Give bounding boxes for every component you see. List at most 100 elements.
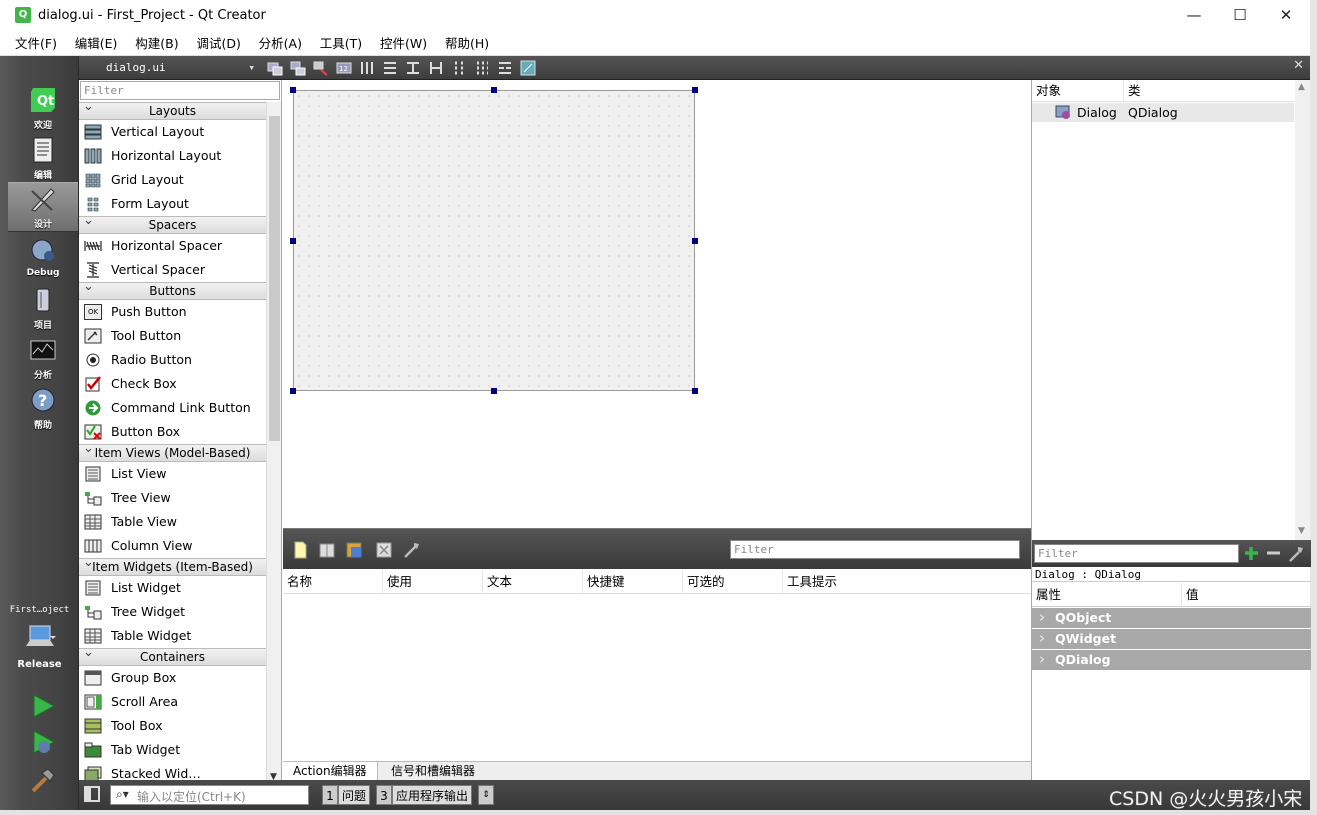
category-spacers[interactable]: Spacers [79, 213, 266, 234]
widget-form-layout[interactable]: Form Layout [79, 192, 266, 216]
run-button[interactable] [30, 693, 56, 719]
menu-widgets[interactable]: 控件(W) [373, 31, 434, 56]
widget-check-box[interactable]: Check Box [79, 372, 266, 396]
menu-help[interactable]: 帮助(H) [438, 31, 496, 56]
category-item-widgets[interactable]: Item Widgets (Item-Based) [79, 555, 266, 576]
issues-pane-button[interactable]: 1 问题 [322, 785, 371, 805]
action-filter-input[interactable]: Filter [730, 540, 1020, 559]
resize-handle-bottom-right[interactable] [692, 388, 698, 394]
widget-list-view[interactable]: List View [79, 462, 266, 486]
widget-column-view[interactable]: Column View [79, 534, 266, 558]
col-checkable[interactable]: 可选的 [683, 570, 783, 594]
adjust-size-icon[interactable] [520, 60, 536, 76]
scroll-up-icon[interactable]: ▲ [1298, 82, 1305, 92]
resize-handle-top-left[interactable] [290, 87, 296, 93]
edit-signals-slots-icon[interactable] [290, 60, 306, 76]
widget-horizontal-spacer[interactable]: Horizontal Spacer [79, 234, 266, 258]
col-property[interactable]: 属性 [1032, 583, 1182, 607]
widget-grid-layout[interactable]: Grid Layout [79, 168, 266, 192]
widget-command-link-button[interactable]: Command Link Button [79, 396, 266, 420]
delete-action-icon[interactable] [375, 541, 393, 559]
resize-handle-top[interactable] [491, 87, 497, 93]
edit-tab-order-icon[interactable]: 12 [336, 60, 352, 76]
widget-tab-widget[interactable]: Tab Widget [79, 738, 266, 762]
copy-action-icon[interactable] [318, 541, 336, 559]
object-row-dialog[interactable]: Dialog QDialog [1032, 103, 1294, 122]
resize-handle-bottom[interactable] [491, 388, 497, 394]
mode-projects[interactable]: 项目 [8, 284, 78, 334]
kit-selector-button[interactable] [24, 622, 58, 652]
tab-signal-slot-editor[interactable]: 信号和槽编辑器 [381, 762, 485, 782]
col-name[interactable]: 名称 [283, 570, 383, 594]
widget-box-scrollbar[interactable]: ▼ [266, 102, 281, 780]
maximize-button[interactable]: ☐ [1217, 0, 1263, 31]
widget-vertical-layout[interactable]: Vertical Layout [79, 120, 266, 144]
menu-tools[interactable]: 工具(T) [313, 31, 369, 56]
widget-stacked-widget[interactable]: Stacked Wid… [79, 762, 266, 780]
property-group-qdialog[interactable]: QDialog [1032, 649, 1311, 670]
application-output-pane-button[interactable]: 3 应用程序输出 [376, 785, 473, 805]
category-layouts[interactable]: Layouts [79, 99, 266, 120]
resize-handle-top-right[interactable] [692, 87, 698, 93]
mode-welcome[interactable]: Qt 欢迎 [8, 84, 78, 134]
break-layout-icon[interactable] [497, 60, 513, 76]
widget-filter-input[interactable]: Filter [80, 81, 280, 100]
widget-button-box[interactable]: Button Box [79, 420, 266, 444]
mode-design[interactable]: 设计 [8, 182, 78, 232]
widget-tree-view[interactable]: Tree View [79, 486, 266, 510]
paste-action-icon[interactable] [345, 541, 363, 559]
new-action-icon[interactable] [291, 541, 309, 559]
menu-debug[interactable]: 调试(D) [189, 31, 247, 56]
scroll-down-icon[interactable]: ▼ [270, 772, 277, 780]
mode-help[interactable]: ? 帮助 [8, 384, 78, 434]
property-group-qobject[interactable]: QObject [1032, 607, 1311, 628]
dialog-form[interactable] [293, 90, 695, 391]
col-shortcut[interactable]: 快捷键 [583, 570, 683, 594]
widget-table-widget[interactable]: Table Widget [79, 624, 266, 648]
category-item-views[interactable]: Item Views (Model-Based) [79, 441, 266, 462]
mode-analyze[interactable]: 分析 [8, 334, 78, 384]
widget-horizontal-layout[interactable]: Horizontal Layout [79, 144, 266, 168]
widget-tree-widget[interactable]: Tree Widget [79, 600, 266, 624]
widget-radio-button[interactable]: Radio Button [79, 348, 266, 372]
configure-property-icon[interactable] [1288, 545, 1305, 562]
menu-analyze[interactable]: 分析(A) [252, 31, 309, 56]
build-button[interactable] [30, 766, 56, 794]
category-buttons[interactable]: Buttons [79, 279, 266, 300]
col-class[interactable]: 类 [1124, 80, 1294, 102]
scroll-down-icon[interactable]: ▼ [1298, 526, 1305, 536]
layout-vertical-icon[interactable] [382, 60, 398, 76]
resize-handle-left[interactable] [290, 238, 296, 244]
mode-edit[interactable]: 编辑 [8, 134, 78, 184]
locator-input[interactable]: ⌕▾ 输入以定位(Ctrl+K) [110, 785, 309, 805]
property-group-qwidget[interactable]: QWidget [1032, 628, 1311, 649]
layout-form-icon[interactable] [451, 60, 467, 76]
layout-horizontal-icon[interactable] [359, 60, 375, 76]
col-object[interactable]: 对象 [1032, 80, 1124, 102]
open-documents-combo[interactable]: dialog.ui ▾ [79, 56, 261, 80]
tab-action-editor[interactable]: Action编辑器 [283, 762, 378, 782]
layout-horizontal-splitter-icon[interactable] [405, 60, 421, 76]
add-dynamic-property-icon[interactable] [1243, 545, 1260, 562]
menu-build[interactable]: 构建(B) [128, 31, 185, 56]
menu-file[interactable]: 文件(F) [0, 31, 64, 56]
widget-tool-button[interactable]: Tool Button [79, 324, 266, 348]
edit-widgets-icon[interactable] [267, 60, 283, 76]
toggle-sidebar-button[interactable] [84, 786, 100, 802]
layout-vertical-splitter-icon[interactable] [428, 60, 444, 76]
edit-buddies-icon[interactable] [313, 60, 329, 76]
layout-grid-icon[interactable] [474, 60, 490, 76]
object-inspector-scrollbar[interactable]: ▲ ▼ [1295, 80, 1310, 540]
widget-tool-box[interactable]: Tool Box [79, 714, 266, 738]
menu-edit[interactable]: 编辑(E) [68, 31, 125, 56]
close-editor-button[interactable]: ✕ [1293, 58, 1304, 73]
remove-dynamic-property-icon[interactable] [1265, 545, 1282, 562]
property-filter-input[interactable]: Filter [1034, 544, 1239, 563]
configure-action-icon[interactable] [403, 541, 421, 559]
widget-table-view[interactable]: Table View [79, 510, 266, 534]
col-text[interactable]: 文本 [483, 570, 583, 594]
category-containers[interactable]: Containers [79, 645, 266, 666]
mode-debug[interactable]: Debug [8, 234, 78, 284]
close-window-button[interactable]: ✕ [1263, 0, 1309, 31]
widget-box-scroll-thumb[interactable] [269, 116, 280, 441]
